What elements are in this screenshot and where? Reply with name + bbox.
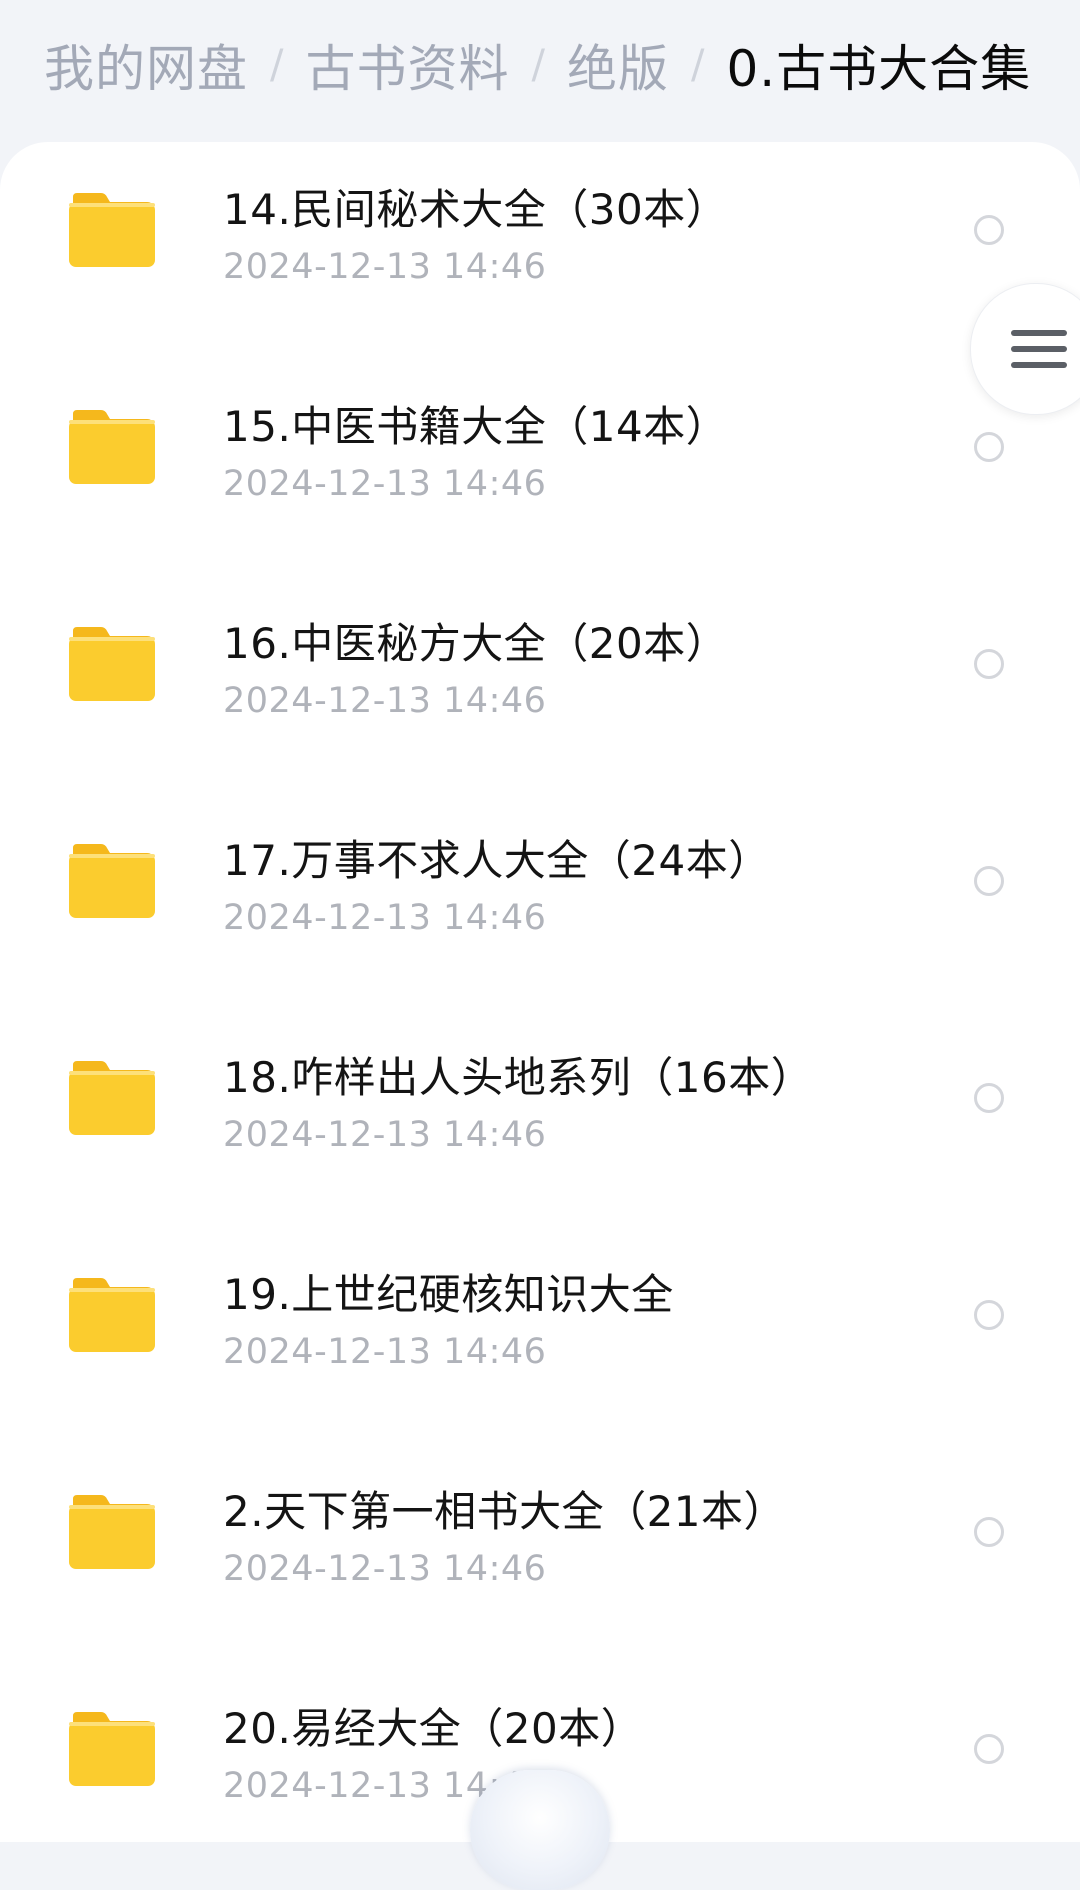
folder-icon [67, 1059, 157, 1137]
folder-icon [67, 191, 157, 269]
list-item[interactable]: 16.中医秘方大全（20本） 2024-12-13 14:46 [0, 576, 1080, 792]
file-name: 18.咋样出人头地系列（16本） [223, 1053, 814, 1102]
folder-icon [67, 1710, 157, 1788]
file-name: 19.上世纪硬核知识大全 [223, 1270, 674, 1319]
file-name: 14.民间秘术大全（30本） [223, 185, 729, 234]
select-radio[interactable] [974, 432, 1004, 462]
list-item[interactable]: 2.天下第一相书大全（21本） 2024-12-13 14:46 [0, 1444, 1080, 1660]
breadcrumb-ancient-books[interactable]: 古书资料 [305, 29, 509, 101]
file-date: 2024-12-13 14:46 [223, 247, 547, 287]
file-date: 2024-12-13 14:46 [223, 1549, 547, 1589]
breadcrumb-separator: / [690, 42, 705, 88]
breadcrumb-separator: / [531, 42, 545, 88]
folder-icon [67, 625, 157, 703]
list-item[interactable]: 15.中医书籍大全（14本） 2024-12-13 14:46 [0, 359, 1080, 575]
file-name: 20.易经大全（20本） [223, 1704, 644, 1753]
select-radio[interactable] [974, 1517, 1004, 1547]
select-radio[interactable] [974, 215, 1004, 245]
breadcrumb-out-of-print[interactable]: 绝版 [567, 29, 669, 101]
list-item[interactable]: 17.万事不求人大全（24本） 2024-12-13 14:46 [0, 793, 1080, 1009]
breadcrumb-current-folder: 0.古书大合集 [726, 40, 1032, 98]
file-date: 2024-12-13 14:46 [223, 1115, 547, 1155]
file-list: 14.民间秘术大全（30本） 2024-12-13 14:46 15.中医书籍大… [0, 142, 1080, 1842]
list-item[interactable]: 18.咋样出人头地系列（16本） 2024-12-13 14:46 [0, 1010, 1080, 1226]
folder-icon [67, 1276, 157, 1354]
file-name: 15.中医书籍大全（14本） [223, 402, 729, 451]
select-radio[interactable] [974, 866, 1004, 896]
file-name: 2.天下第一相书大全（21本） [223, 1487, 787, 1536]
breadcrumb-my-drive[interactable]: 我的网盘 [44, 29, 248, 101]
breadcrumb-separator: / [270, 42, 284, 88]
file-name: 16.中医秘方大全（20本） [223, 619, 729, 668]
file-name: 17.万事不求人大全（24本） [223, 836, 771, 885]
folder-icon [67, 842, 157, 920]
list-item[interactable]: 14.民间秘术大全（30本） 2024-12-13 14:46 [0, 142, 1080, 358]
file-date: 2024-12-13 14:46 [223, 464, 547, 504]
floating-assistant-bubble[interactable] [470, 1770, 610, 1890]
select-radio[interactable] [974, 1083, 1004, 1113]
file-date: 2024-12-13 14:46 [223, 898, 547, 938]
folder-icon [67, 1493, 157, 1571]
select-radio[interactable] [974, 1734, 1004, 1764]
file-date: 2024-12-13 14:46 [223, 1332, 547, 1372]
breadcrumb: 我的网盘 / 古书资料 / 绝版 / 0.古书大合集 [44, 30, 1031, 100]
folder-icon [67, 408, 157, 486]
select-radio[interactable] [974, 649, 1004, 679]
select-radio[interactable] [974, 1300, 1004, 1330]
file-date: 2024-12-13 14:46 [223, 681, 547, 721]
list-item[interactable]: 19.上世纪硬核知识大全 2024-12-13 14:46 [0, 1227, 1080, 1443]
